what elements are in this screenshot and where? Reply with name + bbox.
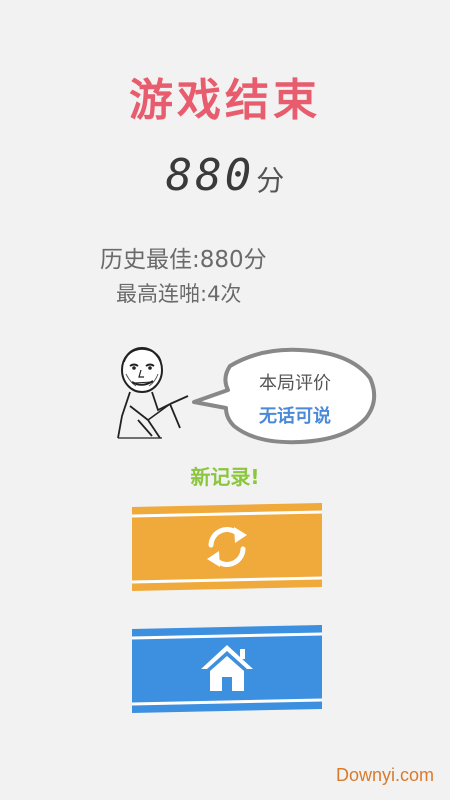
evaluation-verdict: 无话可说 xyxy=(259,406,331,427)
best-score-stat: 历史最佳:880分 xyxy=(100,247,267,273)
meme-character-icon xyxy=(117,347,189,439)
new-record-badge: 新记录! xyxy=(190,465,260,489)
watermark: Downyi.com xyxy=(335,765,434,785)
evaluation-label: 本局评价 xyxy=(259,373,331,394)
max-combo-stat: 最高连啪:4次 xyxy=(116,282,242,306)
replay-button[interactable] xyxy=(132,503,322,591)
score-unit: 分 xyxy=(256,164,285,197)
home-button[interactable] xyxy=(132,625,322,713)
speech-bubble xyxy=(192,347,377,445)
score-value: 880 xyxy=(165,150,255,201)
game-over-title: 游戏结束 xyxy=(129,75,321,126)
final-score: 880分 xyxy=(0,150,450,201)
